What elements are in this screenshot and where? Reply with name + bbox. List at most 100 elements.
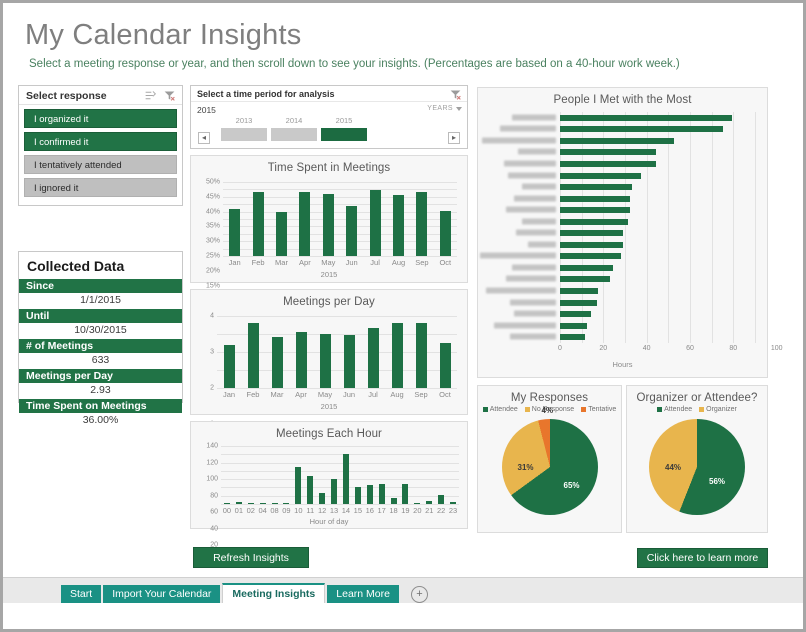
redacted-name xyxy=(508,172,556,179)
category-label xyxy=(510,333,556,341)
timeline-slicer-header: Select a time period for analysis xyxy=(191,86,467,102)
x-axis-tick: 09 xyxy=(282,506,291,515)
bar xyxy=(560,172,642,179)
timeline-slicer[interactable]: Select a time period for analysis 2015 Y… xyxy=(190,85,468,149)
y-axis-tick: 45% xyxy=(205,193,220,201)
clear-filter-icon[interactable] xyxy=(163,89,176,102)
bar xyxy=(276,211,287,256)
timeline-scale-label[interactable]: YEARS xyxy=(427,105,453,112)
x-axis-tick: Jul xyxy=(370,258,380,267)
bar xyxy=(560,230,623,237)
x-axis-tick: Sep xyxy=(414,390,428,399)
pie-slice-label: 31% xyxy=(517,463,534,472)
x-axis-tick: 0 xyxy=(558,345,562,352)
timeline-clear-filter-wrap[interactable] xyxy=(449,88,462,101)
gridline: 80 xyxy=(210,470,459,499)
redacted-name xyxy=(506,206,556,213)
category-label xyxy=(512,114,556,121)
sheet-tab-bar: Start Import Your Calendar Meeting Insig… xyxy=(3,577,803,603)
plot-area: 0%5%10%15%20%25%30%35%40%45%50%JanFebMar… xyxy=(206,179,457,334)
chart-xlabel: 2015 xyxy=(320,402,338,411)
chart-xlabel: Hours xyxy=(612,360,633,369)
legend-swatch xyxy=(482,407,488,412)
clear-filter-icon[interactable] xyxy=(449,88,462,101)
timeline-scroll-right-button[interactable]: ▸ xyxy=(448,132,460,144)
slicer-item-tentative[interactable]: I tentatively attended xyxy=(24,155,177,174)
refresh-insights-button[interactable]: Refresh Insights xyxy=(193,547,309,568)
x-axis-tick: 19 xyxy=(401,506,410,515)
timeline-block-2014[interactable] xyxy=(271,128,317,141)
slicer-item-confirmed[interactable]: I confirmed it xyxy=(24,132,177,151)
pie-graphic: 65% 31% 4% xyxy=(501,406,598,515)
chart-title: People I Met with the Most xyxy=(553,94,692,106)
bar xyxy=(414,503,421,504)
chevron-down-icon[interactable] xyxy=(456,107,462,111)
category-label xyxy=(514,195,556,202)
timeline-scroll-left-button[interactable]: ◂ xyxy=(198,132,210,144)
gridline: 4 xyxy=(210,313,457,320)
redacted-name xyxy=(514,195,556,202)
learn-more-button[interactable]: Click here to learn more xyxy=(637,548,768,568)
bar xyxy=(295,467,302,504)
plot-area: 01234JanFebMarAprMayJunJulAugSepOct xyxy=(210,313,457,464)
category-label xyxy=(522,183,556,191)
bar xyxy=(229,208,241,256)
tab-import-your-calendar[interactable]: Import Your Calendar xyxy=(103,585,221,603)
response-slicer-title: Select response xyxy=(26,90,107,102)
x-axis-tick: Feb xyxy=(246,390,260,399)
timeline-block-2015[interactable] xyxy=(321,128,367,141)
gridline: 140 xyxy=(711,112,713,343)
pie-slice-label: 56% xyxy=(709,477,726,486)
bar xyxy=(223,344,235,388)
x-axis-tick: 16 xyxy=(365,506,374,515)
chart-title: My Responses xyxy=(510,392,589,404)
bar xyxy=(560,114,733,121)
timeline-block-2013[interactable] xyxy=(221,128,267,141)
chart-meetings-each-hour: Meetings Each Hour 020406080100120140000… xyxy=(190,421,468,566)
bar xyxy=(438,494,445,504)
bar xyxy=(252,192,264,256)
redacted-name xyxy=(522,183,556,190)
category-label xyxy=(522,218,556,225)
y-axis-tick: 140 xyxy=(206,442,218,450)
collected-label-num-meetings: # of Meetings xyxy=(19,339,182,353)
x-axis-tick: Oct xyxy=(439,390,451,399)
bar xyxy=(560,276,610,283)
x-axis-tick: May xyxy=(321,258,336,267)
category-label xyxy=(514,310,556,318)
x-axis-tick: Sep xyxy=(415,258,429,267)
gridline: 180 xyxy=(755,112,756,343)
redacted-name xyxy=(512,114,556,121)
response-slicer[interactable]: Select response I organized it I confirm… xyxy=(18,85,183,206)
y-axis-tick: 100 xyxy=(206,475,218,483)
x-axis-tick: 02 xyxy=(246,506,255,515)
timeline-year-labels: 2013 2014 2015 xyxy=(221,116,367,125)
collected-value-until: 10/30/2015 xyxy=(74,324,127,336)
tab-start[interactable]: Start xyxy=(61,585,102,603)
timeline-year-blocks xyxy=(221,128,367,141)
bar xyxy=(560,137,674,144)
category-label xyxy=(512,264,556,271)
gridline: 140 xyxy=(206,443,459,450)
plot-area: 0 20 40 60 80 100 120 140 160 180 xyxy=(480,112,783,352)
y-axis-tick: 35% xyxy=(205,222,220,230)
timeline-subheader: 2015 YEARS xyxy=(191,102,467,117)
slicer-item-ignored[interactable]: I ignored it xyxy=(24,178,177,197)
tab-learn-more[interactable]: Learn More xyxy=(327,585,399,603)
bar xyxy=(343,334,355,388)
multi-select-icon[interactable] xyxy=(144,89,157,102)
legend-swatch xyxy=(581,407,587,412)
tab-meeting-insights[interactable]: Meeting Insights xyxy=(222,583,326,603)
chart-title: Meetings Each Hour xyxy=(276,428,382,440)
timeline-track[interactable]: 2013 2014 2015 ◂ ▸ xyxy=(191,116,467,146)
x-axis-tick: 13 xyxy=(329,506,339,515)
slicer-item-organized[interactable]: I organized it xyxy=(24,109,177,128)
x-axis-tick: 80 xyxy=(729,345,738,352)
x-axis-tick: Jun xyxy=(342,390,356,399)
y-axis-tick: 80 xyxy=(210,492,218,500)
redacted-name xyxy=(482,137,556,144)
pie-legend: Attendee Organizer xyxy=(627,406,767,413)
add-sheet-button[interactable]: + xyxy=(410,586,428,603)
redacted-name xyxy=(518,148,556,155)
y-axis-tick: 3 xyxy=(210,348,214,356)
